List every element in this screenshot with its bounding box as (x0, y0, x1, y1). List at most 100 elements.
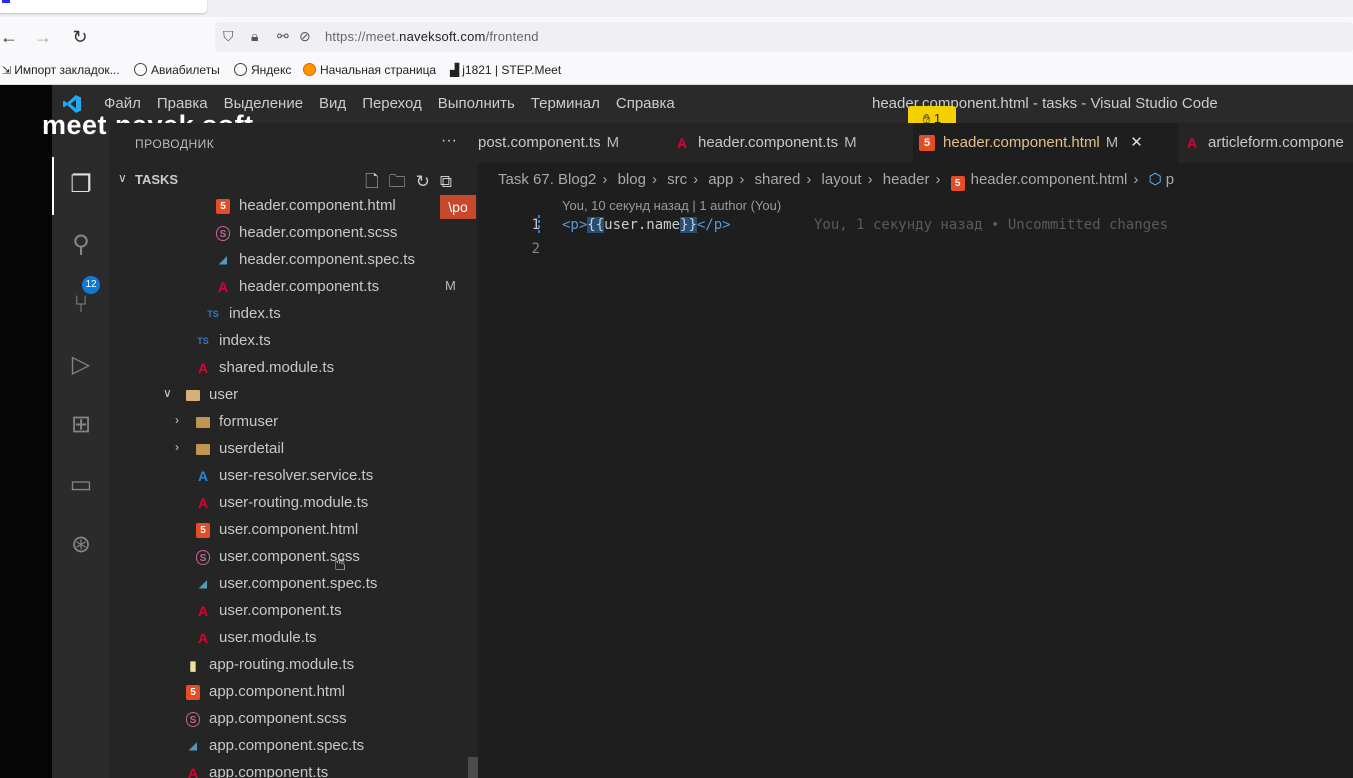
spec-icon: ◢ (199, 579, 207, 590)
breadcrumb-item[interactable]: header.component.html (971, 171, 1128, 188)
back-icon[interactable]: ← (0, 25, 22, 49)
more-actions-icon[interactable]: ··· (441, 132, 457, 150)
refresh-icon[interactable]: ↻ (416, 172, 430, 191)
firefox-icon (303, 63, 316, 76)
breadcrumb-item[interactable]: p (1166, 171, 1174, 188)
reload-icon[interactable]: ↻ (67, 25, 93, 49)
close-icon[interactable]: ✕ (1130, 134, 1143, 151)
url-text[interactable]: https://meet.naveksoft.com/frontend (325, 29, 539, 44)
tab-post-component-ts[interactable]: post.component.ts M (478, 123, 648, 163)
breadcrumb-item[interactable]: src (667, 171, 687, 188)
tree-item[interactable]: ◢ header.component.spec.ts (110, 247, 478, 274)
workspace-section-header[interactable]: ∨ TASKS 🗋 🗀 ↻ ⧉ (110, 167, 478, 193)
folder-open-icon (186, 390, 200, 401)
codelens-blame[interactable]: You, 10 секунд назад | 1 author (You) (562, 198, 781, 213)
tree-item[interactable]: A user.component.ts (110, 598, 478, 625)
bookmark-avia[interactable]: Авиабилеты (134, 63, 220, 77)
bookmark-yandex[interactable]: Яндекс (234, 63, 291, 77)
import-icon: ⇲ (2, 65, 12, 77)
breadcrumb-item[interactable]: blog (618, 171, 646, 188)
tree-item[interactable]: ▮ app-routing.module.ts (110, 652, 478, 679)
run-debug-icon[interactable]: ▷ (65, 349, 97, 381)
tree-item[interactable]: A app.component.ts (110, 760, 478, 778)
git-change-marker (538, 215, 540, 235)
breadcrumb-item[interactable]: layout (822, 171, 862, 188)
tree-folder[interactable]: › userdetail (110, 436, 478, 463)
html-icon: 5 (196, 523, 210, 538)
menu-help[interactable]: Справка (616, 95, 675, 112)
collapse-all-icon[interactable]: ⧉ (440, 172, 452, 191)
explorer-title: ПРОВОДНИК (135, 137, 215, 151)
explorer-icon[interactable]: ❐ (65, 169, 97, 201)
angular-icon: A (197, 360, 209, 376)
tab-header-component-ts[interactable]: A header.component.ts M (668, 123, 908, 163)
editor-tabs: post.component.ts M A header.component.ts… (478, 123, 1353, 163)
ts-icon: TS (197, 336, 209, 346)
menu-view[interactable]: Вид (319, 95, 346, 112)
inline-blame: You, 1 секунду назад • Uncommitted chang… (814, 217, 1169, 233)
folder-icon (196, 444, 210, 455)
menu-terminal[interactable]: Терминал (531, 95, 600, 112)
resolver-icon: A (197, 468, 209, 484)
code-line-1[interactable]: <p>{{user.name}}</p> (562, 217, 731, 233)
shield-icon[interactable]: ⛉ (223, 28, 234, 45)
permissions-icon[interactable]: ⚯ (277, 28, 289, 45)
git-graph-icon[interactable]: ⊛ (65, 529, 97, 561)
bookmark-step[interactable]: ▟ j1821 | STEP.Meet (450, 63, 561, 77)
tree-item[interactable]: TS index.ts (110, 301, 478, 328)
tab-articleform-component[interactable]: A articleform.compone (1178, 123, 1353, 163)
breadcrumb-item[interactable]: shared (754, 171, 800, 188)
browser-navbar: ← → ↻ ⛉ 🔒︎ ⚯ ⊘ https://meet.naveksoft.co… (0, 17, 1353, 57)
chevron-right-icon: › (175, 440, 179, 454)
tree-folder[interactable]: › formuser (110, 409, 478, 436)
breadcrumb-item[interactable]: Task 67. Blog2 (498, 171, 596, 188)
tree-item[interactable]: 5 app.component.html (110, 679, 478, 706)
tree-item[interactable]: ◢ user.component.spec.ts (110, 571, 478, 598)
video-margin (0, 85, 52, 778)
camera-off-icon[interactable]: ⊘ (299, 28, 311, 45)
tree-item[interactable]: A user-routing.module.ts (110, 490, 478, 517)
tree-item[interactable]: TS index.ts (110, 328, 478, 355)
search-icon[interactable]: ⚲ (65, 229, 97, 261)
angular-icon: A (217, 279, 229, 295)
tree-folder[interactable]: ∨ user (110, 382, 478, 409)
tree-item[interactable]: S header.component.scss (110, 220, 478, 247)
tab-header-component-html[interactable]: 5 header.component.html M ✕ (913, 123, 1178, 163)
tree-item[interactable]: A header.component.ts M (110, 274, 478, 301)
symbol-element-icon: ⬡ (1148, 171, 1162, 188)
html-icon: 5 (950, 176, 965, 191)
explorer-sidebar: ПРОВОДНИК ··· ∨ TASKS 🗋 🗀 ↻ ⧉ 5 header.comp… (110, 123, 478, 778)
spec-icon: ◢ (219, 255, 227, 266)
project-manager-icon[interactable]: ▭ (65, 469, 97, 501)
extensions-icon[interactable]: ⊞ (65, 409, 97, 441)
sidebar-scrollbar[interactable] (468, 757, 478, 778)
new-file-icon[interactable]: 🗋 (365, 172, 379, 191)
globe-icon (234, 63, 247, 76)
angular-icon: A (676, 135, 688, 151)
tree-item[interactable]: 5 header.component.html \po (110, 193, 478, 220)
html-icon: 5 (216, 199, 230, 214)
mouse-pointer-icon: ☝︎ (334, 553, 347, 575)
globe-icon (134, 63, 147, 76)
breadcrumb-item[interactable]: header (883, 171, 930, 188)
tree-item[interactable]: A user.module.ts (110, 625, 478, 652)
new-folder-icon[interactable]: 🗀 (389, 172, 406, 191)
forward-icon[interactable]: → (30, 25, 56, 49)
lock-icon[interactable]: 🔒︎ (251, 28, 258, 45)
tree-item[interactable]: S app.component.scss (110, 706, 478, 733)
bookmark-import[interactable]: ⇲ Импорт закладок... (2, 63, 120, 77)
tree-item[interactable]: A user-resolver.service.ts (110, 463, 478, 490)
step-icon: ▟ (450, 63, 460, 77)
tree-item[interactable]: 5 user.component.html (110, 517, 478, 544)
tree-item[interactable]: ◢ app.component.spec.ts (110, 733, 478, 760)
menu-run[interactable]: Выполнить (438, 95, 515, 112)
activity-bar: ❐ ⚲ ⑂ 12 ▷ ⊞ ▭ ⊛ (52, 123, 110, 778)
url-bar[interactable]: ⛉ 🔒︎ ⚯ ⊘ https://meet.naveksoft.com/fron… (215, 22, 1353, 52)
angular-icon: A (197, 603, 209, 619)
tree-item[interactable]: A shared.module.ts (110, 355, 478, 382)
browser-tab[interactable] (0, 0, 207, 13)
bookmark-home[interactable]: Начальная страница (303, 63, 436, 77)
tree-item[interactable]: S user.component.scss (110, 544, 478, 571)
breadcrumb-item[interactable]: app (708, 171, 733, 188)
menu-go[interactable]: Переход (362, 95, 422, 112)
